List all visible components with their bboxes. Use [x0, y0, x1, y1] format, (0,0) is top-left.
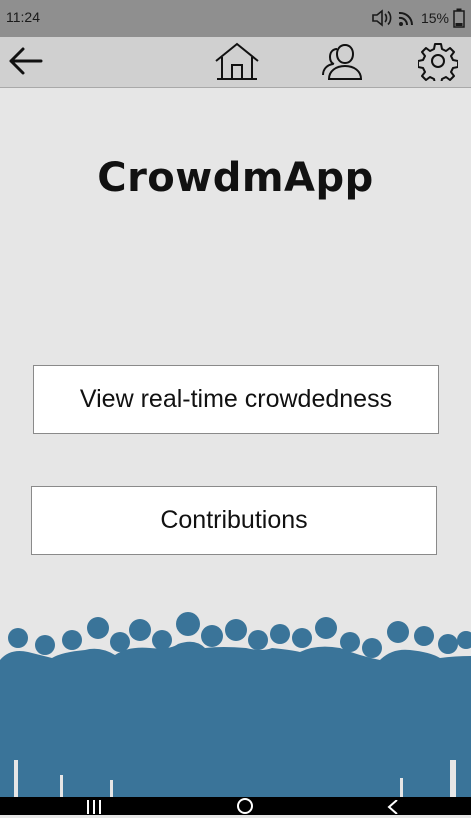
- recent-apps-icon[interactable]: [84, 799, 104, 818]
- contributions-button[interactable]: Contributions: [31, 486, 437, 555]
- home-icon: [213, 41, 261, 85]
- nav-back-icon[interactable]: [385, 799, 401, 818]
- system-nav-bar: [0, 797, 471, 815]
- status-bar: 11:24 15%: [0, 0, 471, 37]
- status-time: 11:24: [6, 9, 40, 25]
- wifi-icon: [397, 9, 417, 27]
- app-toolbar: [0, 37, 471, 88]
- settings-button[interactable]: [417, 41, 459, 85]
- profile-button[interactable]: [321, 43, 365, 83]
- status-icons: 15%: [371, 8, 465, 28]
- back-arrow-icon: [7, 46, 43, 80]
- profile-icon: [321, 41, 365, 85]
- home-circle-icon[interactable]: [231, 798, 259, 818]
- battery-icon: [453, 8, 465, 28]
- settings-icon: [417, 41, 459, 85]
- crowd-silhouette-illustration: [0, 612, 471, 800]
- volume-icon: [371, 8, 393, 28]
- battery-percent: 15%: [420, 10, 449, 26]
- home-button[interactable]: [213, 41, 261, 85]
- view-realtime-crowdedness-button[interactable]: View real-time crowdedness: [33, 365, 439, 434]
- back-button[interactable]: [5, 43, 45, 83]
- app-title: CrowdmApp: [97, 155, 374, 201]
